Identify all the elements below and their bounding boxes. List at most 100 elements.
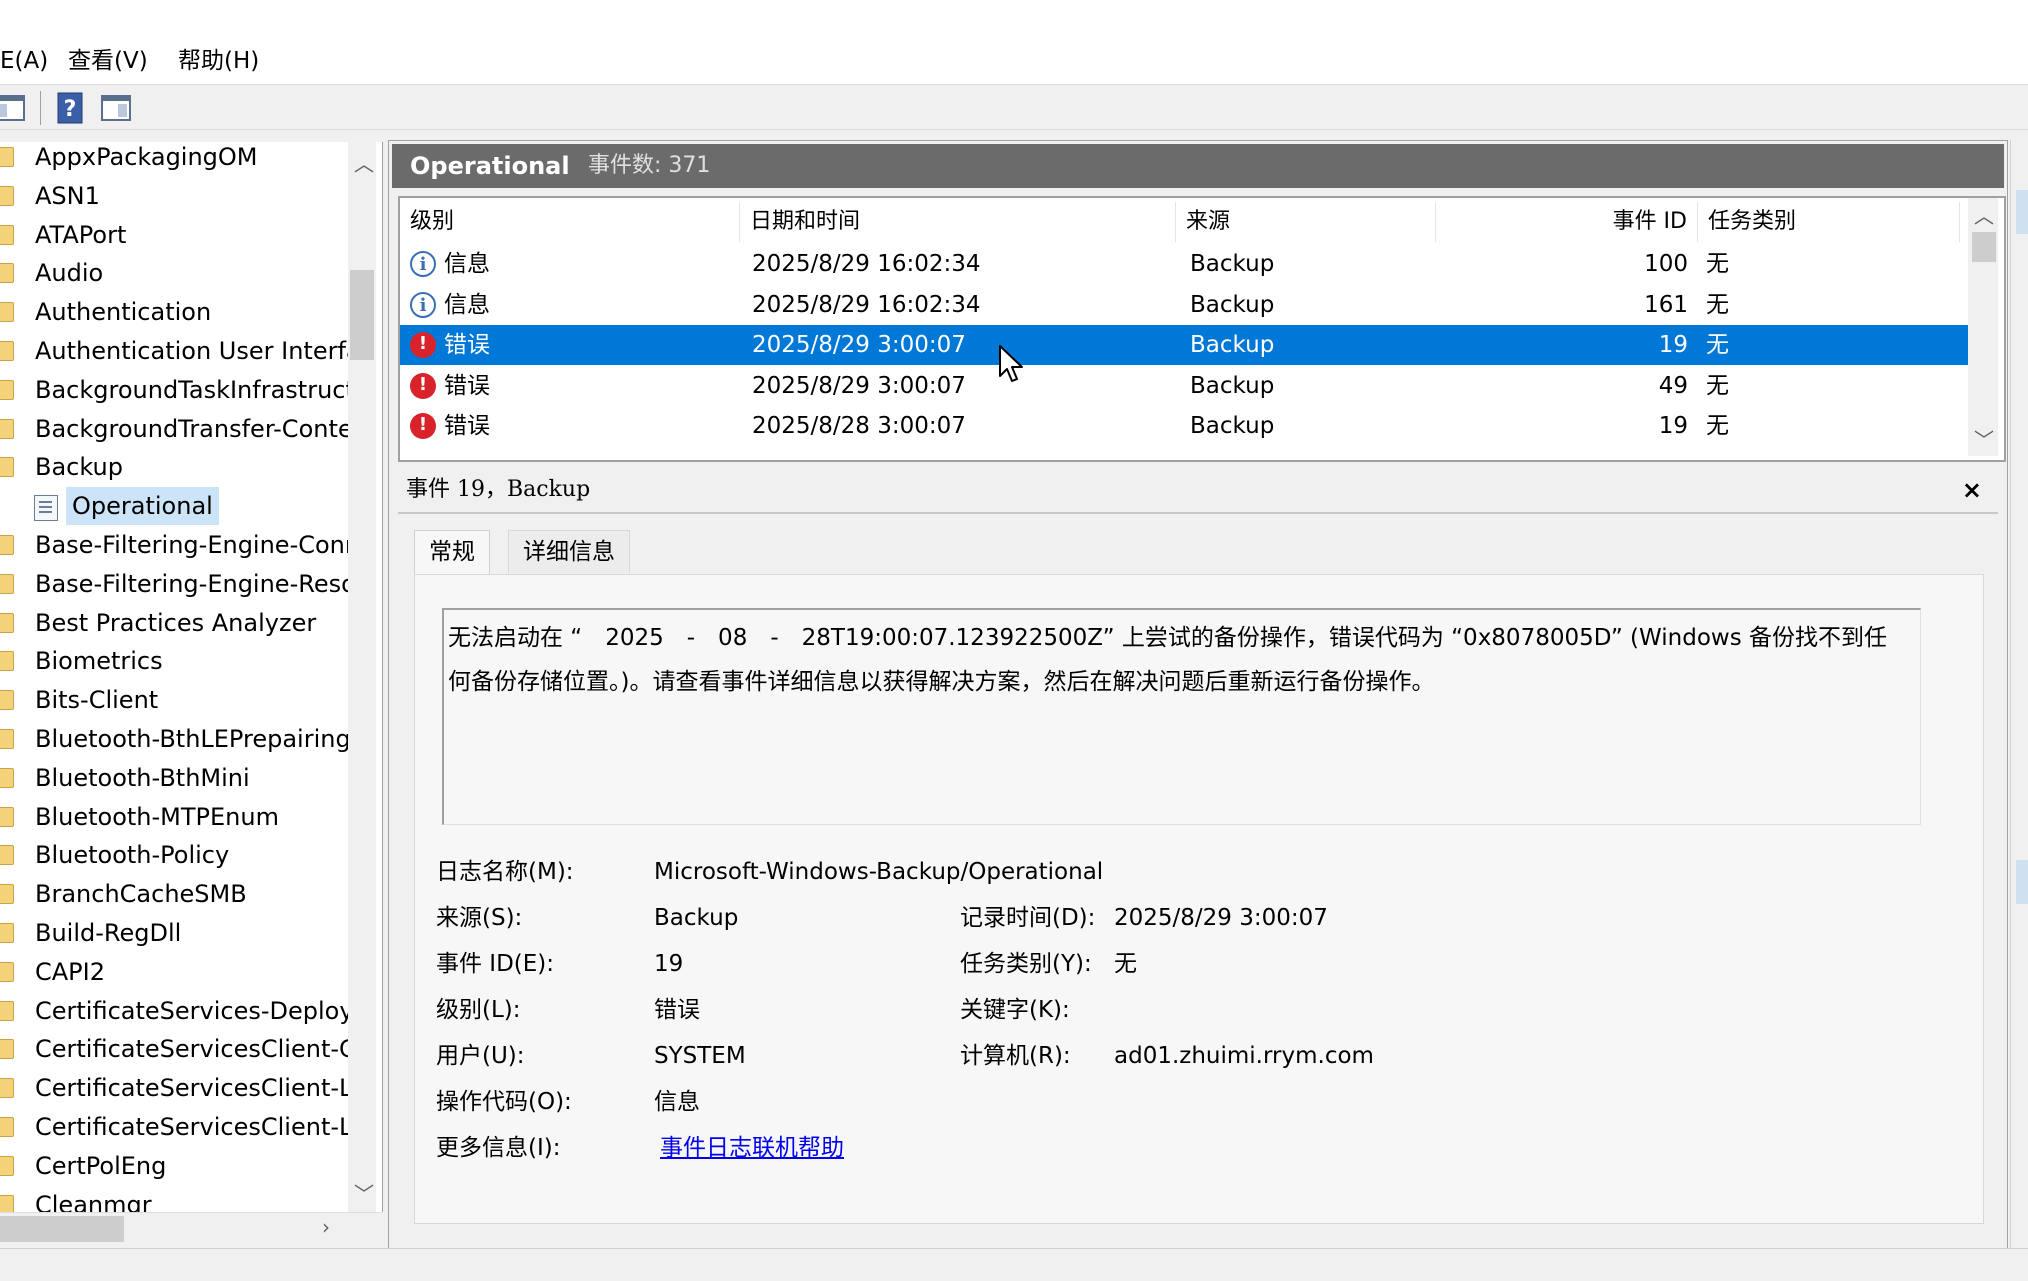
tree-item[interactable]: Build-RegDll <box>0 914 350 952</box>
folder-icon <box>0 845 14 866</box>
level-value: 错误 <box>654 997 700 1023</box>
menu-help[interactable]: 帮助(H) <box>178 46 259 76</box>
toolbar-separator <box>40 91 41 125</box>
tree-item[interactable]: CAPI2 <box>0 953 350 991</box>
tree-item-label: Operational <box>66 487 219 526</box>
tree-item-label: CertificateServicesClient-Cre <box>35 1035 350 1064</box>
tree-item-label: CertPolEng <box>35 1151 167 1180</box>
tree-item[interactable]: Biometrics <box>0 642 350 680</box>
tree-item[interactable]: CertPolEng <box>0 1147 350 1185</box>
event-cell-event-id: 19 <box>1658 332 1688 358</box>
task-category-value: 无 <box>1114 951 1137 977</box>
event-row[interactable]: ! 错误 2025/8/29 3:00:07 Backup 49 无 <box>400 366 1968 406</box>
show-hide-console-tree-icon[interactable] <box>0 91 28 125</box>
tree-scroll-thumb[interactable] <box>350 270 374 360</box>
column-header-datetime[interactable]: 日期和时间 <box>740 202 1176 242</box>
tree-item[interactable]: Base-Filtering-Engine-Resou <box>0 565 350 603</box>
event-cell-level: 错误 <box>444 372 490 399</box>
online-help-link[interactable]: 事件日志联机帮助 <box>660 1130 844 1166</box>
computer-value: ad01.zhuimi.rrym.com <box>1114 1043 1374 1069</box>
source-value: Backup <box>654 905 739 931</box>
event-detail-header: 事件 19，Backup × <box>398 470 1998 510</box>
event-cell-task: 无 <box>1706 332 1729 358</box>
event-count: 事件数: 371 <box>588 153 711 178</box>
folder-icon <box>0 418 14 439</box>
tree-item[interactable]: Backup <box>0 448 350 486</box>
log-icon <box>34 495 58 522</box>
logged-label: 记录时间(D): <box>960 905 1096 931</box>
folder-icon <box>0 961 14 982</box>
event-cell-datetime: 2025/8/29 3:00:07 <box>752 372 966 399</box>
tab-details[interactable]: 详细信息 <box>508 530 630 573</box>
list-scroll-thumb[interactable] <box>1972 232 1996 262</box>
event-row[interactable]: i 信息 2025/8/29 16:02:34 Backup 100 无 <box>400 244 1968 284</box>
folder-icon <box>0 767 14 788</box>
tree-hscroll-thumb[interactable] <box>0 1216 124 1242</box>
event-row[interactable]: ! 错误 2025/8/29 3:00:07 Backup 19 无 <box>400 325 1968 365</box>
folder-icon <box>0 573 14 594</box>
folder-icon <box>0 185 14 206</box>
scroll-right-icon[interactable]: › <box>322 1215 330 1239</box>
tree-item[interactable]: Bluetooth-Policy <box>0 836 350 874</box>
tree-item[interactable]: Authentication User Interfac <box>0 332 350 370</box>
tree-item[interactable]: ASN1 <box>0 177 350 215</box>
scroll-down-icon[interactable]: ﹀ <box>354 1178 374 1207</box>
tree-item[interactable]: Authentication <box>0 293 350 331</box>
log-header: Operational 事件数: 371 <box>392 144 2004 188</box>
event-cell-datetime: 2025/8/29 16:02:34 <box>752 291 981 318</box>
event-cell-source: Backup <box>1190 251 1275 277</box>
menu-action[interactable]: E(A) <box>0 46 48 76</box>
column-header-source[interactable]: 来源 <box>1176 202 1436 242</box>
log-name-label: 日志名称(M): <box>436 859 574 885</box>
folder-icon <box>0 806 14 827</box>
tree-item[interactable]: BackgroundTransfer-Conter <box>0 410 350 448</box>
event-cell-level: 信息 <box>444 251 490 277</box>
tree-item[interactable]: CertificateServicesClient-Cre <box>0 1030 350 1068</box>
scroll-up-icon[interactable]: ︿ <box>354 148 374 177</box>
column-header-task-category[interactable]: 任务类别 <box>1698 202 1960 242</box>
tree-item-label: ASN1 <box>35 181 100 210</box>
tree-item[interactable]: CertificateServices-Deploym <box>0 992 350 1030</box>
show-hide-action-pane-icon[interactable] <box>100 91 134 125</box>
column-header-level[interactable]: 级别 <box>400 202 740 242</box>
tree-item-label: Cleanmgr <box>35 1190 152 1212</box>
menu-view[interactable]: 查看(V) <box>68 46 148 76</box>
tree-item[interactable]: CertificateServicesClient-Life <box>0 1108 350 1146</box>
tree-item[interactable]: AppxPackagingOM <box>0 142 350 176</box>
tab-general[interactable]: 常规 <box>414 530 490 575</box>
scroll-up-icon[interactable]: ︿ <box>1974 200 1994 229</box>
tree-item-label: CertificateServicesClient-Life <box>35 1113 350 1141</box>
folder-icon <box>0 147 14 167</box>
task-category-label: 任务类别(Y): <box>960 951 1092 977</box>
tree-item[interactable]: ATAPort <box>0 216 350 254</box>
event-message-box[interactable]: 无法启动在 “ 2025 - 08 - 28T19:00:07.12392250… <box>442 608 1921 825</box>
tree-item[interactable]: BranchCacheSMB <box>0 875 350 913</box>
event-cell-source: Backup <box>1190 413 1275 439</box>
tree-item-operational[interactable]: Operational <box>0 487 350 526</box>
tree-item[interactable]: Base-Filtering-Engine-Conne <box>0 526 350 564</box>
info-icon: i <box>410 291 436 318</box>
event-row[interactable]: i 信息 2025/8/29 16:02:34 Backup 161 无 <box>400 285 1968 325</box>
help-icon[interactable]: ? <box>54 91 88 125</box>
tree-item[interactable]: Bluetooth-BthLEPrepairing <box>0 720 350 758</box>
tree-item[interactable]: Bluetooth-BthMini <box>0 759 350 797</box>
tree-item[interactable]: Best Practices Analyzer <box>0 604 350 642</box>
close-icon[interactable]: × <box>1962 470 1982 510</box>
tree-item[interactable]: Audio <box>0 254 350 292</box>
more-info-label: 更多信息(I): <box>436 1135 561 1161</box>
tree-item[interactable]: CertificateServicesClient-Life <box>0 1069 350 1107</box>
scroll-down-icon[interactable]: ﹀ <box>1974 424 1994 453</box>
tree-item[interactable]: Bits-Client <box>0 681 350 719</box>
event-row[interactable]: ! 错误 2025/8/28 3:00:07 Backup 19 无 <box>400 406 1968 446</box>
tree-item-label: CertificateServices-Deploym <box>35 996 350 1025</box>
log-title: Operational <box>410 152 570 180</box>
tree-item[interactable]: Cleanmgr <box>0 1186 350 1212</box>
status-bar <box>0 1248 2028 1281</box>
event-cell-task: 无 <box>1706 372 1729 399</box>
event-cell-event-id: 49 <box>1658 372 1688 399</box>
tree-item[interactable]: BackgroundTaskInfrastructu <box>0 371 350 409</box>
column-header-event-id[interactable]: 事件 ID <box>1436 202 1698 242</box>
tree-item[interactable]: Bluetooth-MTPEnum <box>0 798 350 836</box>
folder-icon <box>0 651 14 672</box>
error-icon: ! <box>410 413 436 439</box>
